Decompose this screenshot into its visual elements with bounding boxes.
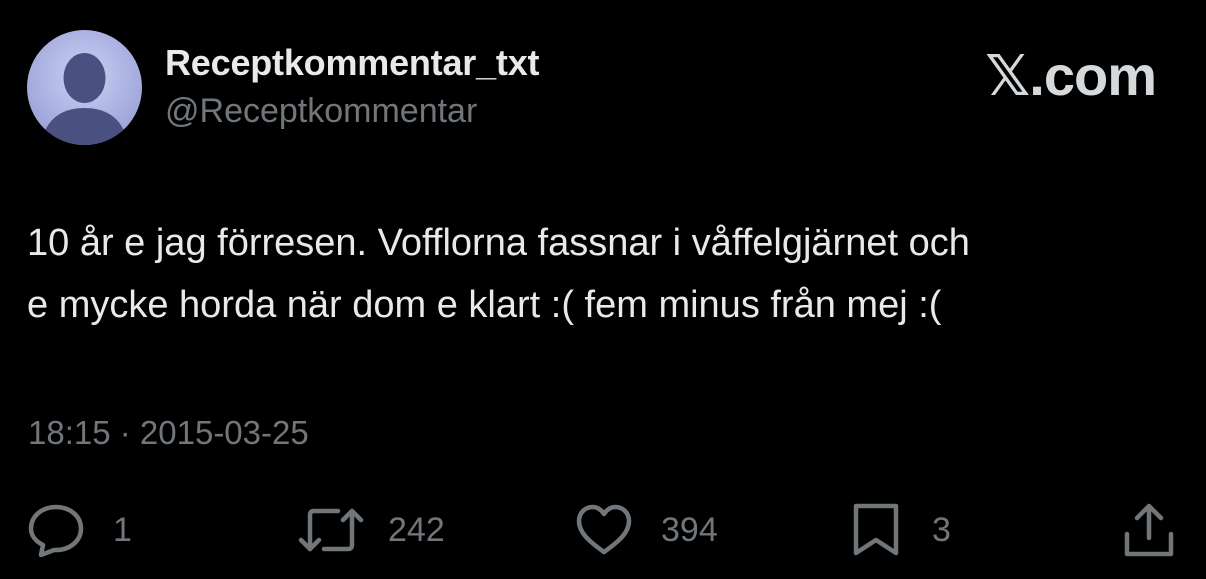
bookmark-count: 3	[932, 510, 951, 549]
share-icon	[1122, 502, 1176, 558]
x-logo: 𝕏.com	[985, 44, 1157, 107]
tweet-actions: 1 242 394 3	[0, 500, 1206, 560]
reply-icon	[27, 503, 85, 557]
author-display-name[interactable]: Receptkommentar_txt	[165, 42, 540, 84]
tweet-timestamp[interactable]: 18:15 · 2015-03-25	[28, 414, 309, 452]
bookmark-icon	[850, 502, 902, 558]
repost-button[interactable]: 242	[298, 500, 445, 560]
default-profile-silhouette-icon	[41, 53, 128, 145]
repost-count: 242	[388, 510, 445, 549]
reply-count: 1	[113, 510, 132, 549]
tweet-text: 10 år e jag förresen. Vofflorna fassnar …	[27, 222, 970, 326]
bookmark-button[interactable]: 3	[850, 500, 951, 560]
author-handle[interactable]: @Receptkommentar	[165, 92, 477, 131]
like-button[interactable]: 394	[575, 500, 718, 560]
heart-icon	[575, 503, 633, 557]
reply-button[interactable]: 1	[27, 500, 132, 560]
avatar[interactable]	[27, 30, 142, 145]
repost-icon	[298, 503, 364, 557]
share-button[interactable]	[1122, 500, 1176, 560]
like-count: 394	[661, 510, 718, 549]
